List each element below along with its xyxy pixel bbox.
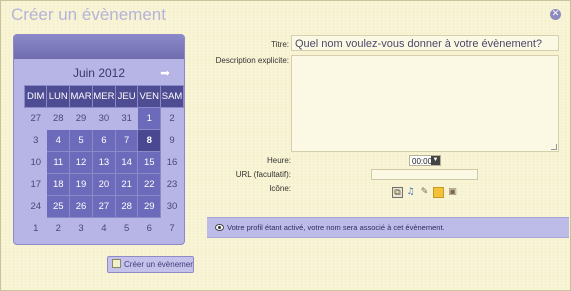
calendar-day-active[interactable]: 4: [46, 129, 71, 152]
calendar-day-active[interactable]: 5: [69, 129, 93, 152]
calendar-day: 16: [166, 157, 178, 168]
eye-icon: [215, 223, 224, 231]
calendar-week-row: 24 25 26 27 28 29 30: [25, 195, 184, 218]
icon-label: Icône:: [269, 184, 291, 193]
url-input[interactable]: [371, 169, 478, 180]
calendar-day: 27: [30, 113, 42, 124]
close-icon[interactable]: ✕: [550, 9, 561, 20]
arrow-right-icon[interactable]: ➡: [160, 66, 170, 80]
hour-select[interactable]: 00:00 ▼: [409, 155, 441, 166]
calendar-day-active[interactable]: 6: [91, 129, 116, 152]
weekday-header: DIM: [23, 85, 48, 108]
weekday-header: VEN: [137, 85, 162, 108]
lock-icon[interactable]: ▣: [447, 187, 458, 198]
url-label: URL (facultatif):: [235, 170, 291, 179]
weekday-header: LUN: [46, 85, 71, 108]
resize-handle-icon[interactable]: [551, 144, 557, 150]
calendar-day: 7: [169, 223, 175, 234]
hour-select-value: 00:00: [412, 157, 433, 166]
calendar-day-active[interactable]: 29: [137, 195, 162, 218]
calendar-day: 29: [75, 113, 87, 124]
calendar-day-active[interactable]: 21: [114, 173, 139, 196]
title-label: Titre:: [271, 40, 289, 49]
calendar: Juin 2012 ➡ DIM LUN MAR MER JEU VEN SAM 27 28 29…: [13, 34, 185, 245]
create-event-button[interactable]: Créer un évènement: [107, 256, 194, 273]
calendar-header: [14, 35, 184, 59]
selection-icon[interactable]: ⧉: [392, 187, 403, 198]
profile-notice: Votre profil étant activé, votre nom ser…: [207, 217, 569, 238]
calendar-day: 28: [52, 113, 64, 124]
calendar-day: 4: [101, 223, 107, 234]
sticky-note-icon[interactable]: [433, 187, 444, 198]
weekday-header: SAM: [160, 85, 184, 108]
calendar-day: 2: [55, 223, 61, 234]
calendar-day-active[interactable]: 20: [91, 173, 116, 196]
calendar-day: 3: [33, 135, 39, 146]
weekday-header: MAR: [69, 85, 93, 108]
chevron-down-icon[interactable]: ▼: [431, 156, 440, 165]
weekday-header: MER: [91, 85, 116, 108]
calendar-day: 17: [30, 179, 42, 190]
calendar-month-label: Juin 2012: [72, 66, 126, 80]
calendar-day: 30: [98, 113, 110, 124]
calendar-day: 9: [169, 135, 175, 146]
calendar-day-active[interactable]: 19: [69, 173, 93, 196]
dialog-title: Créer un évènement: [11, 5, 166, 24]
event-title-input[interactable]: Quel nom voulez-vous donner à votre évèn…: [291, 35, 559, 51]
description-label: Description explicite:: [215, 56, 289, 65]
calendar-day-active[interactable]: 1: [137, 107, 162, 130]
calendar-day-active[interactable]: 11: [46, 151, 71, 174]
calendar-day-active[interactable]: 18: [46, 173, 71, 196]
calendar-day-active[interactable]: 8: [137, 129, 162, 152]
calendar-day-active[interactable]: 25: [46, 195, 71, 218]
calendar-day: 23: [166, 179, 178, 190]
calendar-day: 6: [146, 223, 152, 234]
calendar-week-row: 27 28 29 30 31 1 2: [25, 107, 184, 130]
calendar-day-active[interactable]: 15: [137, 151, 162, 174]
calendar-day: 1: [33, 223, 39, 234]
hour-label: Heure:: [266, 156, 291, 165]
music-note-icon[interactable]: ♫: [405, 187, 416, 198]
calendar-add-icon: [112, 259, 121, 269]
calendar-day-active[interactable]: 27: [91, 195, 116, 218]
calendar-grid: DIM LUN MAR MER JEU VEN SAM 27 28 29 30 31 1 2 3 4 5 6 7 8…: [23, 85, 184, 240]
calendar-week-row: 1 2 3 4 5 6 7: [25, 218, 184, 240]
calendar-day: 24: [30, 201, 42, 212]
calendar-day: 31: [121, 113, 132, 124]
description-textarea[interactable]: [291, 55, 559, 152]
calendar-day: 2: [169, 113, 175, 124]
calendar-week-row: 3456789: [25, 129, 184, 152]
calendar-day-active[interactable]: 13: [91, 151, 116, 174]
calendar-week-row: 10 11 12 13 14 15 16: [25, 151, 184, 174]
calendar-day: 5: [123, 223, 130, 234]
calendar-day: 10: [30, 157, 42, 168]
calendar-day-active[interactable]: 28: [114, 195, 139, 218]
create-event-dialog: Créer un évènement ✕ Juin 2012 ➡ DIM LUN M…: [0, 0, 571, 291]
calendar-day: 3: [78, 223, 84, 234]
calendar-week-row: 17 18 19 20 21 22 23: [25, 173, 184, 196]
create-event-button-label: Créer un évènement: [124, 260, 194, 269]
calendar-day-active[interactable]: 7: [114, 129, 139, 152]
calendar-day-active[interactable]: 26: [69, 195, 93, 218]
weekday-header: JEU: [114, 85, 139, 108]
calendar-day-active[interactable]: 22: [137, 173, 162, 196]
broom-icon[interactable]: ✎: [419, 187, 430, 198]
calendar-day: 30: [166, 201, 178, 212]
calendar-day-active[interactable]: 14: [114, 151, 139, 174]
calendar-day-active[interactable]: 12: [69, 151, 93, 174]
notice-text: Votre profil étant activé, votre nom ser…: [227, 223, 445, 232]
